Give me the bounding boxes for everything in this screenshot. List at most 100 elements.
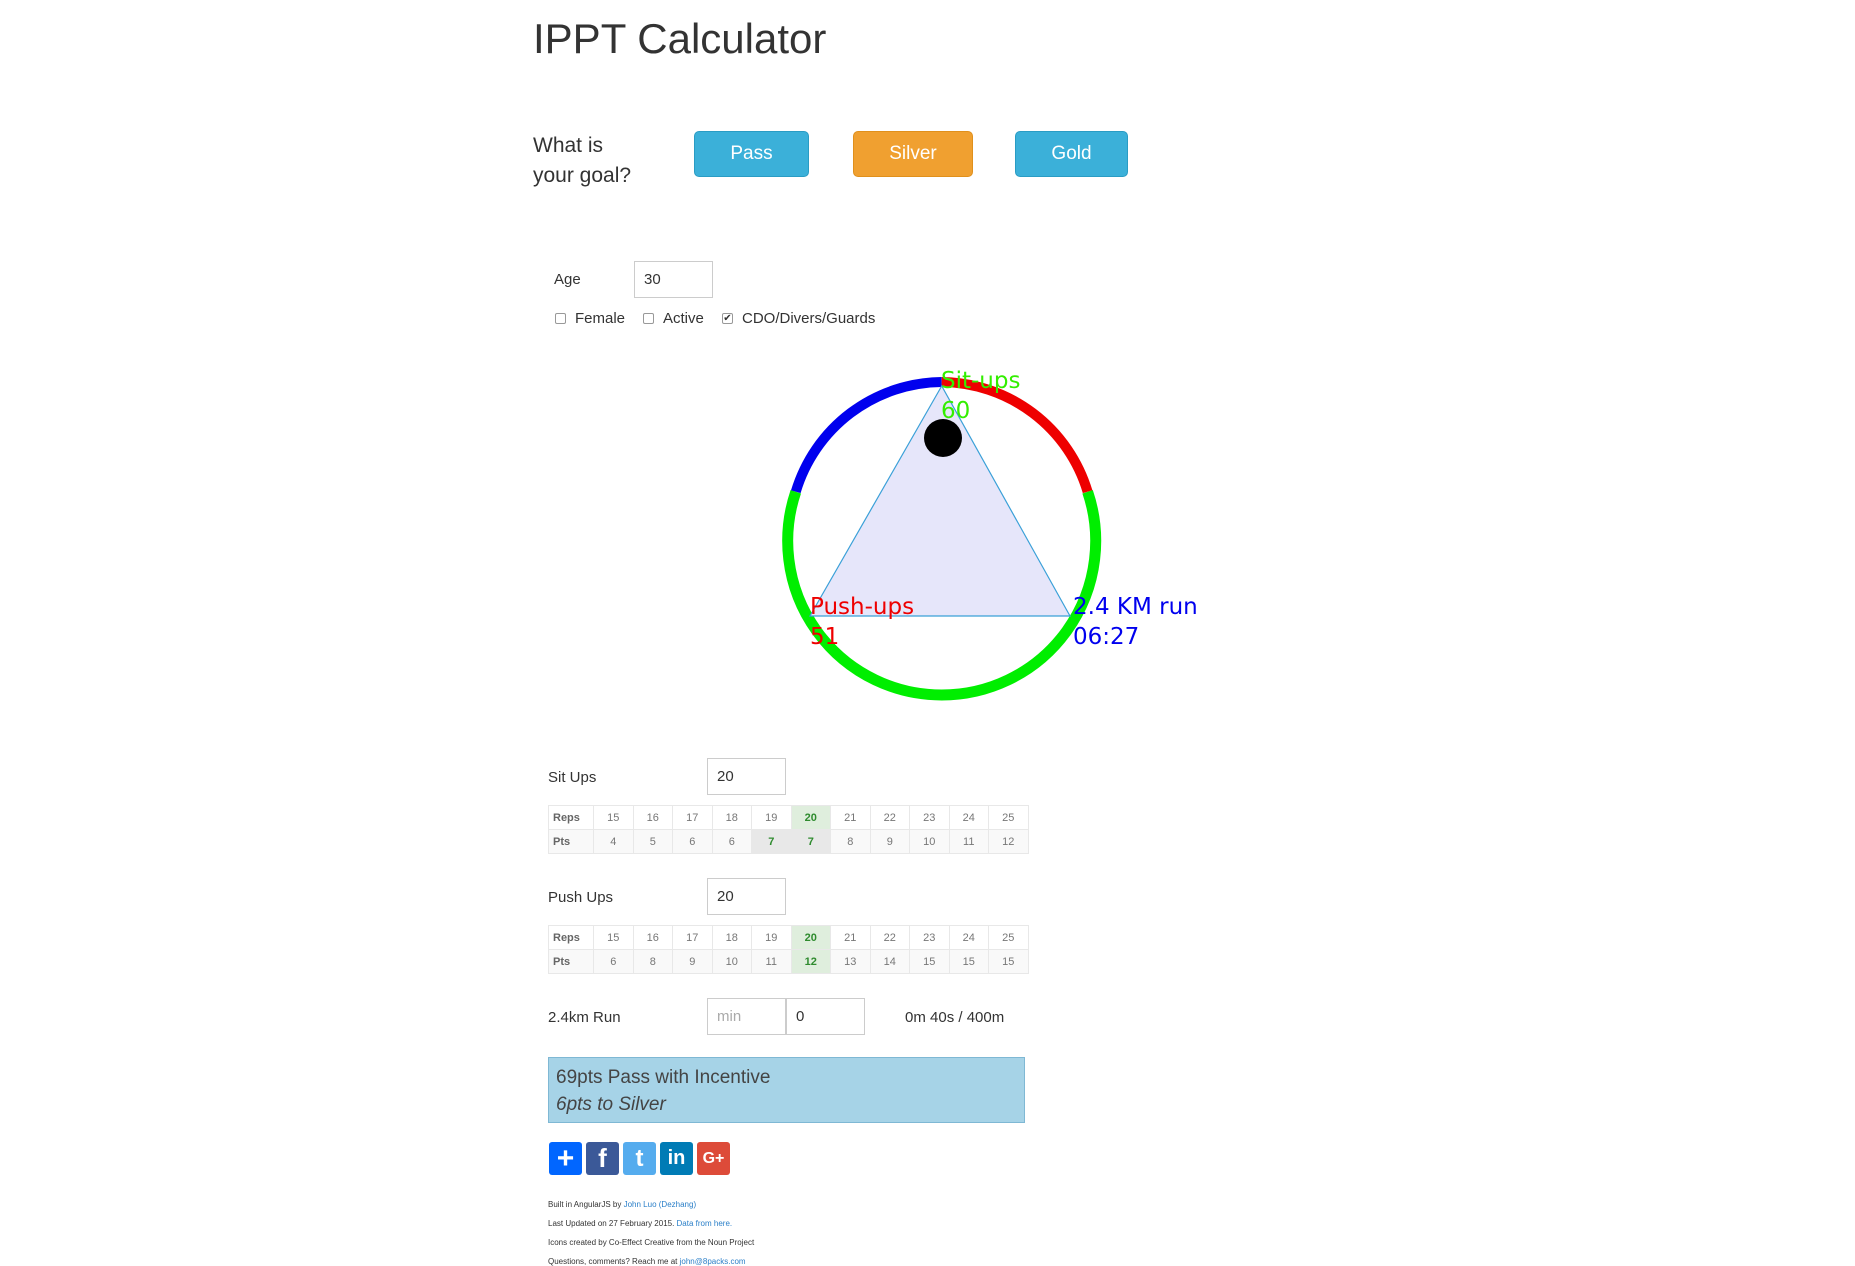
result-score: 69pts Pass with Incentive <box>556 1067 771 1088</box>
table-cell-selected[interactable]: 20 <box>790 805 831 830</box>
run-minutes-input[interactable]: min <box>707 998 786 1035</box>
table-cell[interactable]: 18 <box>711 805 752 830</box>
table-cell[interactable]: 16 <box>632 805 673 830</box>
table-cell[interactable]: 19 <box>751 925 792 950</box>
table-cell[interactable]: 18 <box>711 925 752 950</box>
table-cell: 6 <box>593 949 634 974</box>
share-plus-icon[interactable]: + <box>549 1142 582 1175</box>
table-cell: 6 <box>672 829 713 854</box>
run-seconds-input[interactable]: 0 <box>786 998 865 1035</box>
footer-icons-credit: Icons created by Co-Effect Creative from… <box>548 1238 755 1247</box>
table-cell[interactable]: 24 <box>948 805 989 830</box>
linkedin-glyph: in <box>667 1147 686 1169</box>
table-cell[interactable]: 15 <box>593 805 634 830</box>
email-link[interactable]: john@8packs.com <box>680 1257 746 1266</box>
table-cell[interactable]: 17 <box>672 805 713 830</box>
table-cell[interactable]: 17 <box>672 925 713 950</box>
footer-updated: Last Updated on 27 February 2015. Data f… <box>548 1219 732 1228</box>
active-checkbox-label: Active <box>663 310 704 327</box>
table-cell: 4 <box>593 829 634 854</box>
footer-built-text: Built in AngularJS by <box>548 1200 624 1209</box>
pts-header: Pts <box>548 829 594 854</box>
goal-label-line2: your goal? <box>533 164 632 187</box>
pushups-radar-label: Push-ups <box>810 594 914 620</box>
situps-table: Reps 15 16 17 18 19 20 21 22 23 24 25 Pt… <box>548 805 1029 854</box>
female-checkbox[interactable]: Female <box>555 310 625 327</box>
linkedin-icon[interactable]: in <box>660 1142 693 1175</box>
table-cell: 8 <box>830 829 871 854</box>
pushups-input[interactable]: 20 <box>707 878 786 915</box>
footer-contact-text: Questions, comments? Reach me at <box>548 1257 680 1266</box>
footer-updated-text: Last Updated on 27 February 2015. <box>548 1219 677 1228</box>
table-cell: 15 <box>988 949 1029 974</box>
table-cell: 10 <box>909 829 950 854</box>
table-cell-selected: 7 <box>790 829 831 854</box>
situps-label: Sit Ups <box>548 769 597 786</box>
table-cell: 9 <box>869 829 910 854</box>
run-radar-label: 2.4 KM run <box>1073 594 1198 620</box>
cdo-checkbox-box[interactable]: ✔ <box>722 313 733 324</box>
situps-pts-row: Pts 4 5 6 6 7 7 8 9 10 11 12 <box>548 829 1029 854</box>
pushups-pts-row: Pts 6 8 9 10 11 12 13 14 15 15 15 <box>548 949 1029 974</box>
pushups-table: Reps 15 16 17 18 19 20 21 22 23 24 25 Pt… <box>548 925 1029 974</box>
data-source-link[interactable]: Data from here. <box>677 1219 733 1228</box>
table-cell-highlight: 7 <box>751 829 792 854</box>
table-cell[interactable]: 19 <box>751 805 792 830</box>
run-radar-value: 06:27 <box>1073 624 1139 650</box>
situps-radar-label: Sit-ups <box>941 368 1020 394</box>
table-cell[interactable]: 22 <box>869 925 910 950</box>
pts-header: Pts <box>548 949 594 974</box>
situps-input[interactable]: 20 <box>707 758 786 795</box>
reps-header: Reps <box>548 805 594 830</box>
table-cell[interactable]: 23 <box>909 925 950 950</box>
goal-label-line1: What is <box>533 134 604 157</box>
footer-built: Built in AngularJS by John Luo (Dezhang) <box>548 1200 696 1209</box>
table-cell: 5 <box>632 829 673 854</box>
facebook-icon[interactable]: f <box>586 1142 619 1175</box>
table-cell: 15 <box>909 949 950 974</box>
goal-label: What is your goal? <box>533 131 653 191</box>
current-score-dot[interactable] <box>924 419 962 457</box>
female-checkbox-label: Female <box>575 310 626 327</box>
facebook-glyph: f <box>598 1143 607 1173</box>
twitter-glyph: t <box>635 1144 644 1172</box>
table-cell[interactable]: 25 <box>988 925 1029 950</box>
female-checkbox-box[interactable] <box>555 313 566 324</box>
reps-header: Reps <box>548 925 594 950</box>
table-cell[interactable]: 24 <box>948 925 989 950</box>
table-cell[interactable]: 21 <box>830 925 871 950</box>
table-cell: 15 <box>948 949 989 974</box>
page-title: IPPT Calculator <box>533 15 827 62</box>
share-plus-glyph: + <box>556 1141 575 1175</box>
table-cell[interactable]: 23 <box>909 805 950 830</box>
situps-radar-value: 60 <box>941 398 970 424</box>
pushups-reps-row: Reps 15 16 17 18 19 20 21 22 23 24 25 <box>548 925 1029 950</box>
table-cell: 13 <box>830 949 871 974</box>
table-cell[interactable]: 25 <box>988 805 1029 830</box>
google-plus-icon[interactable]: G+ <box>697 1142 730 1175</box>
table-cell-selected[interactable]: 20 <box>790 925 831 950</box>
table-cell[interactable]: 16 <box>632 925 673 950</box>
table-cell[interactable]: 22 <box>869 805 910 830</box>
table-cell: 9 <box>672 949 713 974</box>
run-pace: 0m 40s / 400m <box>905 1009 1005 1026</box>
table-cell: 12 <box>988 829 1029 854</box>
active-checkbox[interactable]: Active <box>643 310 704 327</box>
gold-goal-button[interactable]: Gold <box>1015 131 1128 177</box>
pushups-radar-value: 51 <box>810 624 839 650</box>
active-checkbox-box[interactable] <box>643 313 654 324</box>
pushups-label: Push Ups <box>548 889 614 906</box>
table-cell[interactable]: 21 <box>830 805 871 830</box>
twitter-icon[interactable]: t <box>623 1142 656 1175</box>
silver-goal-button[interactable]: Silver <box>853 131 973 177</box>
table-cell: 11 <box>948 829 989 854</box>
situps-reps-row: Reps 15 16 17 18 19 20 21 22 23 24 25 <box>548 805 1029 830</box>
author-link[interactable]: John Luo (Dezhang) <box>624 1200 697 1209</box>
table-cell[interactable]: 15 <box>593 925 634 950</box>
cdo-checkbox-label: CDO/Divers/Guards <box>742 310 876 327</box>
cdo-checkbox[interactable]: ✔ CDO/Divers/Guards <box>722 310 875 327</box>
age-input[interactable]: 30 <box>634 261 713 298</box>
table-cell: 11 <box>751 949 792 974</box>
pass-goal-button[interactable]: Pass <box>694 131 809 177</box>
footer-contact: Questions, comments? Reach me at john@8p… <box>548 1257 746 1266</box>
